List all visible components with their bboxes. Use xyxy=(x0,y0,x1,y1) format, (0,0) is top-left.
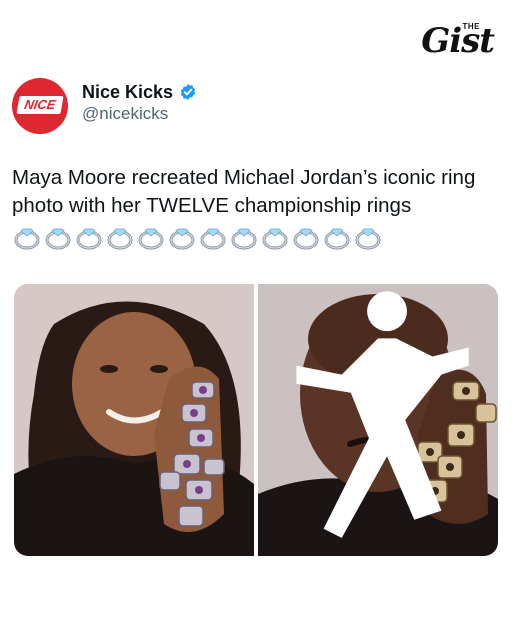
ring-emoji-row xyxy=(12,222,392,250)
handle[interactable]: @nicekicks xyxy=(82,104,168,124)
ring-emoji-icon xyxy=(262,228,288,250)
ring-emoji-icon xyxy=(355,228,381,250)
maya-moore-illustration xyxy=(14,284,254,556)
display-name[interactable]: Nice Kicks xyxy=(82,82,173,103)
avatar[interactable]: NICE xyxy=(12,78,68,134)
ring-emoji-icon xyxy=(200,228,226,250)
tweet-header: NICE Nice Kicks @nicekicks xyxy=(12,78,312,134)
ring-emoji-icon xyxy=(45,228,71,250)
name-row: Nice Kicks xyxy=(82,80,197,104)
ring-emoji-icon xyxy=(231,228,257,250)
maya-moore-photo[interactable] xyxy=(14,284,254,556)
ring-emoji-icon xyxy=(169,228,195,250)
brand-word: Gist xyxy=(421,21,495,61)
tweet-text: Maya Moore recreated Michael Jordan’s ic… xyxy=(12,166,476,217)
avatar-logo-text: NICE xyxy=(16,96,64,114)
ring-emoji-icon xyxy=(76,228,102,250)
jumpman-logo-icon xyxy=(296,291,469,538)
the-gist-logo: THE Gist xyxy=(382,21,495,68)
media-grid xyxy=(14,284,498,556)
ring-emoji-icon xyxy=(293,228,319,250)
ring-emoji-icon xyxy=(14,228,40,250)
ring-emoji-icon xyxy=(107,228,133,250)
verified-badge-icon xyxy=(179,83,197,101)
ring-emoji-icon xyxy=(138,228,164,250)
ring-emoji-icon xyxy=(324,228,350,250)
michael-jordan-photo[interactable] xyxy=(258,284,498,556)
